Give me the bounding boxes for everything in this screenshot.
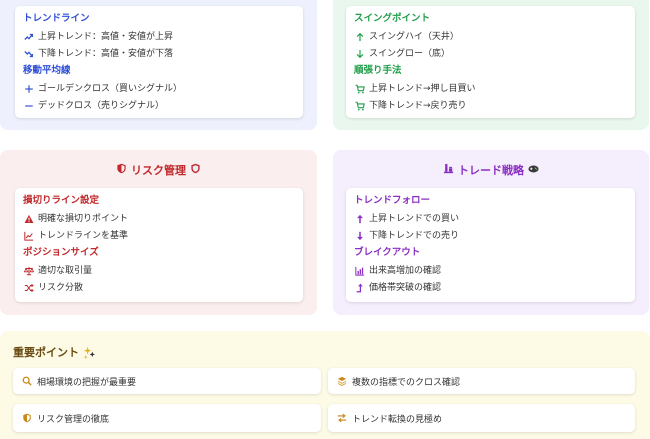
trend-down-icon <box>23 49 34 60</box>
layers-icon <box>336 376 347 387</box>
cart-icon <box>354 101 365 112</box>
strategy-panel: トレード戦略 トレンドフォロー 上昇トレンドでの買い 下降トレンドでの売り ブレ… <box>333 150 649 315</box>
trend-heading: トレンドライン <box>23 13 90 24</box>
breakout-heading: ブレイクアウト <box>354 247 421 258</box>
list-item: 下降トレンド：高値・安値が下落 <box>23 48 303 60</box>
line-chart-icon <box>23 231 34 242</box>
follow-heading: トレンドフォロー <box>354 195 431 206</box>
key-points-title-label: 重要ポイント <box>13 346 79 359</box>
key-point-label: 複数の指標でのクロス確認 <box>352 377 461 388</box>
minus-icon <box>23 101 34 112</box>
key-point-item: リスク管理の徹底 <box>13 404 321 432</box>
strategy-title-label: トレード戦略 <box>458 164 524 177</box>
key-point-item: 複数の指標でのクロス確認 <box>328 368 635 394</box>
list-item: 上昇トレンド：高値・安値が上昇 <box>23 31 303 43</box>
list-item: 下降トレンド→戻り売り <box>354 100 635 112</box>
sparkle-icon <box>83 346 96 359</box>
arrow-up-icon <box>354 214 365 225</box>
strategy-card: トレンドフォロー 上昇トレンドでの買い 下降トレンドでの売り ブレイクアウト 出… <box>346 188 635 302</box>
key-point-label: 相場環境の把握が最重要 <box>37 377 137 388</box>
list-item-label: スイングロー（底） <box>369 49 451 59</box>
shield-emoji-icon <box>190 163 201 177</box>
key-point-label: リスク管理の徹底 <box>37 414 110 425</box>
trend-up-icon <box>23 32 34 43</box>
list-item-label: 下降トレンド→戻り売り <box>369 101 467 111</box>
list-item-label: デッドクロス（売りシグナル） <box>38 101 165 111</box>
shield-icon <box>116 163 127 177</box>
list-item: リスク分散 <box>23 282 303 294</box>
scale-icon <box>23 266 34 277</box>
level-up-icon <box>354 283 365 294</box>
follow-heading: 順張り手法 <box>354 65 402 76</box>
risk-title: リスク管理 <box>0 162 317 178</box>
list-item-label: 明確な損切りポイント <box>38 214 129 224</box>
arrow-down-icon <box>354 231 365 242</box>
strategy-title: トレード戦略 <box>333 162 649 178</box>
key-point-item: トレンド転換の見極め <box>328 404 635 432</box>
list-item: 適切な取引量 <box>23 265 303 277</box>
list-item-label: 上昇トレンド→押し目買い <box>369 84 476 94</box>
swing-heading: スイングポイント <box>354 13 431 24</box>
risk-card: 損切りライン設定 明確な損切りポイント トレンドラインを基準 ポジションサイズ … <box>15 188 303 302</box>
swing-panel: スイングポイント スイングハイ（天井） スイングロー（底） 順張り手法 上昇トレ… <box>333 0 649 130</box>
list-item-label: ゴールデンクロス（買いシグナル） <box>38 84 183 94</box>
key-point-item: 相場環境の把握が最重要 <box>13 368 321 394</box>
arrow-up-icon <box>354 32 365 43</box>
bar-chart-icon <box>354 266 365 277</box>
list-item: 明確な損切りポイント <box>23 213 303 225</box>
plus-icon <box>23 84 34 95</box>
key-point-label: トレンド転換の見極め <box>352 414 443 425</box>
risk-panel: リスク管理 損切りライン設定 明確な損切りポイント トレンドラインを基準 ポジシ… <box>0 150 317 315</box>
risk-title-label: リスク管理 <box>131 164 186 177</box>
list-item: 価格帯突破の確認 <box>354 282 635 294</box>
list-item-label: 上昇トレンドでの買い <box>369 214 460 224</box>
list-item: 下降トレンドでの売り <box>354 230 635 242</box>
list-item: トレンドラインを基準 <box>23 230 303 242</box>
list-item-label: 適切な取引量 <box>38 266 93 276</box>
list-item-label: スイングハイ（天井） <box>369 32 459 42</box>
exchange-icon <box>336 413 347 424</box>
gamepad-icon <box>528 163 539 177</box>
list-item: 上昇トレンドでの買い <box>354 213 635 225</box>
stop-heading: 損切りライン設定 <box>23 195 100 206</box>
list-item: 出来高増加の確認 <box>354 265 635 277</box>
search-icon <box>21 376 32 387</box>
key-points-panel: 重要ポイント 相場環境の把握が最重要 複数の指標でのクロス確認 リスク管理の徹底… <box>0 331 650 439</box>
key-points-title: 重要ポイント <box>13 344 96 360</box>
list-item-label: 価格帯突破の確認 <box>369 283 442 293</box>
list-item-label: 出来高増加の確認 <box>369 266 442 276</box>
arrow-down-icon <box>354 49 365 60</box>
cart-icon <box>354 84 365 95</box>
list-item-label: 下降トレンド：高値・安値が下落 <box>38 49 174 59</box>
list-item: スイングハイ（天井） <box>354 31 635 43</box>
shield-icon <box>21 413 32 424</box>
ma-heading: 移動平均線 <box>23 65 71 76</box>
size-heading: ポジションサイズ <box>23 247 99 258</box>
trend-panel: トレンドライン 上昇トレンド：高値・安値が上昇 下降トレンド：高値・安値が下落 … <box>0 0 317 130</box>
list-item: ゴールデンクロス（買いシグナル） <box>23 83 303 95</box>
warning-icon <box>23 214 34 225</box>
list-item: スイングロー（底） <box>354 48 635 60</box>
list-item: デッドクロス（売りシグナル） <box>23 100 303 112</box>
list-item-label: 下降トレンドでの売り <box>369 231 460 241</box>
trend-card: トレンドライン 上昇トレンド：高値・安値が上昇 下降トレンド：高値・安値が下落 … <box>15 6 303 118</box>
swing-card: スイングポイント スイングハイ（天井） スイングロー（底） 順張り手法 上昇トレ… <box>346 6 635 118</box>
list-item-label: トレンドラインを基準 <box>38 231 129 241</box>
chess-icon <box>443 163 454 177</box>
list-item-label: リスク分散 <box>38 283 84 293</box>
list-item-label: 上昇トレンド：高値・安値が上昇 <box>38 32 174 42</box>
list-item: 上昇トレンド→押し目買い <box>354 83 635 95</box>
shuffle-icon <box>23 283 34 294</box>
